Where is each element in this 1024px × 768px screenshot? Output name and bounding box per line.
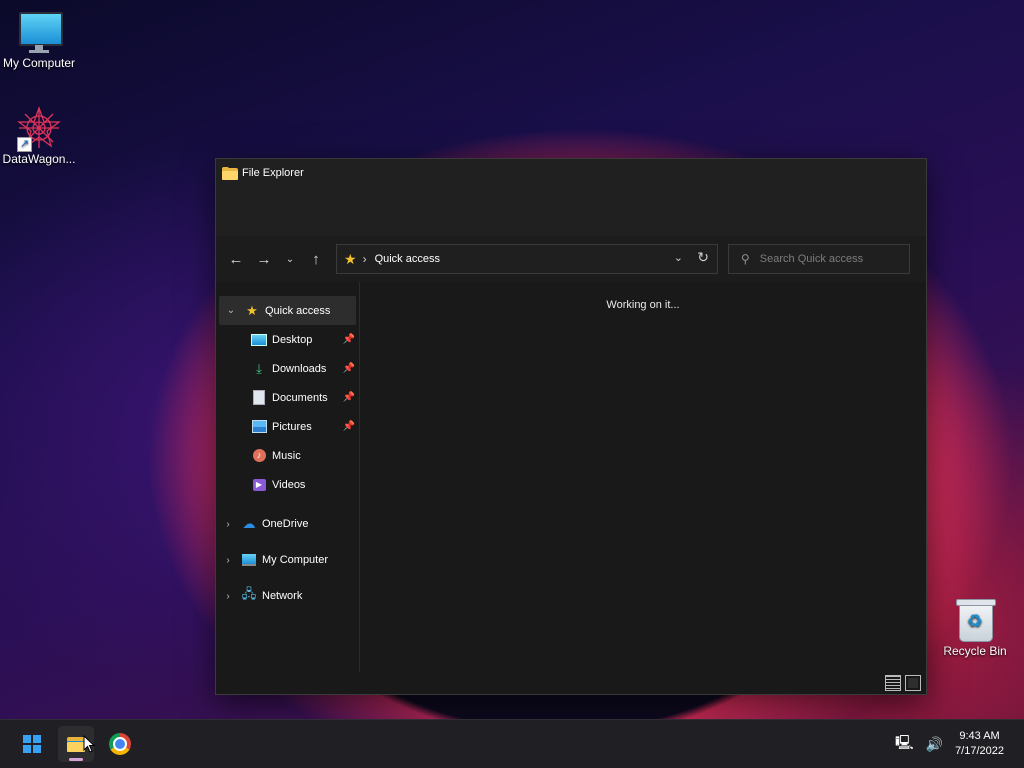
videos-icon: ▶	[251, 477, 267, 493]
desktop-icon-recycle-bin[interactable]: ♻ Recycle Bin	[936, 598, 1014, 658]
sidebar-item-label: OneDrive	[262, 518, 309, 530]
sidebar-item-label: My Computer	[262, 554, 329, 566]
file-list-pane[interactable]: Working on it...	[360, 282, 926, 672]
clock-time: 9:43 AM	[959, 730, 1000, 742]
sidebar-item-videos[interactable]: ▶ Videos	[216, 470, 359, 499]
expand-chevron-right-icon[interactable]: ›	[220, 591, 236, 602]
sidebar-item-documents[interactable]: Documents 📌	[216, 383, 359, 412]
ribbon-area	[216, 187, 926, 236]
monitor-icon	[17, 10, 63, 54]
sidebar-item-label: Desktop	[272, 333, 313, 346]
taskbar-chrome-button[interactable]	[102, 726, 138, 762]
sidebar-item-label: Videos	[272, 478, 306, 491]
pin-icon: 📌	[342, 334, 355, 345]
music-icon: ♪	[251, 448, 267, 464]
network-icon: 🖧	[241, 586, 257, 601]
search-placeholder: Search Quick access	[759, 253, 864, 265]
back-arrow-icon[interactable]: ←	[222, 245, 250, 273]
pin-icon: 📌	[342, 363, 355, 374]
sidebar-item-label: Pictures	[272, 420, 312, 433]
search-icon: ⚲	[741, 252, 750, 266]
window-title: File Explorer	[242, 167, 304, 179]
address-dropdown-icon[interactable]: ⌄	[674, 251, 683, 264]
shortcut-arrow-icon: ↗	[17, 137, 32, 152]
monitor-icon	[241, 552, 257, 568]
window-titlebar[interactable]: File Explorer	[216, 159, 926, 187]
star-icon: ★	[344, 250, 357, 267]
recent-locations-chevron-icon[interactable]: ⌄	[278, 245, 302, 273]
taskbar: 🖳 🔊 9:43 AM 7/17/2022	[0, 719, 1024, 768]
sidebar-item-onedrive[interactable]: › ☁ OneDrive	[216, 506, 359, 542]
sidebar-item-label: Documents	[272, 391, 328, 404]
mouse-cursor-icon	[83, 735, 95, 753]
sidebar-item-label: Network	[262, 590, 303, 602]
file-explorer-window[interactable]: File Explorer ← → ⌄ ↑ ★ › Quick access ⌄…	[215, 158, 927, 695]
desktop-icon-my-computer[interactable]: My Computer	[0, 10, 78, 70]
breadcrumb-chevron-icon[interactable]: ›	[363, 252, 367, 266]
desktop-icon	[251, 332, 267, 348]
volume-icon[interactable]: 🔊	[926, 736, 943, 753]
explorer-body: ⌄ ★ Quick access Desktop 📌 ⤓ Downloads 📌…	[216, 282, 926, 672]
network-status-icon[interactable]: 🖳	[895, 732, 914, 756]
download-icon: ⤓	[256, 360, 262, 376]
loading-message: Working on it...	[606, 299, 680, 311]
active-indicator	[69, 758, 83, 761]
sidebar-item-desktop[interactable]: Desktop 📌	[216, 325, 359, 354]
desktop-icon-label: DataWagon...	[2, 152, 76, 166]
expand-chevron-right-icon[interactable]: ›	[220, 555, 236, 566]
address-bar[interactable]: ★ › Quick access ⌄ ↻	[336, 244, 718, 274]
sidebar-item-downloads[interactable]: ⤓ Downloads 📌	[216, 354, 359, 383]
details-view-icon[interactable]	[885, 675, 901, 691]
sidebar-item-label: Quick access	[265, 304, 331, 317]
start-button[interactable]	[14, 726, 50, 762]
clock-date: 7/17/2022	[955, 745, 1004, 757]
system-tray: 🖳 🔊 9:43 AM 7/17/2022	[895, 720, 1024, 768]
desktop-icon-label: My Computer	[2, 56, 76, 70]
sidebar-item-quick-access[interactable]: ⌄ ★ Quick access	[219, 296, 356, 325]
large-icons-view-icon[interactable]	[905, 675, 921, 691]
up-arrow-icon[interactable]: ↑	[302, 245, 330, 273]
sidebar-item-network[interactable]: › 🖧 Network	[216, 578, 359, 614]
document-icon	[251, 390, 267, 406]
cloud-icon: ☁	[242, 516, 256, 531]
folder-icon	[222, 166, 238, 180]
sidebar-item-pictures[interactable]: Pictures 📌	[216, 412, 359, 441]
sidebar-item-label: Downloads	[272, 362, 327, 375]
refresh-icon[interactable]: ↻	[697, 249, 709, 266]
star-icon: ★	[246, 302, 258, 318]
navigation-bar: ← → ⌄ ↑ ★ › Quick access ⌄ ↻ ⚲ Search Qu…	[216, 236, 926, 282]
status-bar	[216, 672, 926, 694]
pin-icon: 📌	[342, 392, 355, 403]
recycle-bin-icon: ♻	[953, 598, 997, 642]
search-input[interactable]: ⚲ Search Quick access	[728, 244, 910, 274]
datawagon-logo-icon: ↗	[17, 106, 61, 152]
sidebar-item-label: Music	[272, 449, 301, 462]
desktop-icon-datawagon[interactable]: ↗ DataWagon...	[0, 106, 78, 166]
navigation-pane: ⌄ ★ Quick access Desktop 📌 ⤓ Downloads 📌…	[216, 282, 360, 672]
address-path[interactable]: Quick access	[375, 253, 440, 265]
clock[interactable]: 9:43 AM 7/17/2022	[955, 729, 1004, 759]
sidebar-item-my-computer[interactable]: › My Computer	[216, 542, 359, 578]
pictures-icon	[251, 419, 267, 435]
chrome-icon	[109, 733, 131, 755]
forward-arrow-icon[interactable]: →	[250, 245, 278, 273]
expand-chevron-down-icon[interactable]: ⌄	[223, 305, 239, 316]
windows-logo-icon	[23, 735, 41, 753]
expand-chevron-right-icon[interactable]: ›	[220, 519, 236, 530]
pin-icon: 📌	[342, 421, 355, 432]
desktop-icon-label: Recycle Bin	[943, 644, 1007, 658]
sidebar-item-music[interactable]: ♪ Music	[216, 441, 359, 470]
